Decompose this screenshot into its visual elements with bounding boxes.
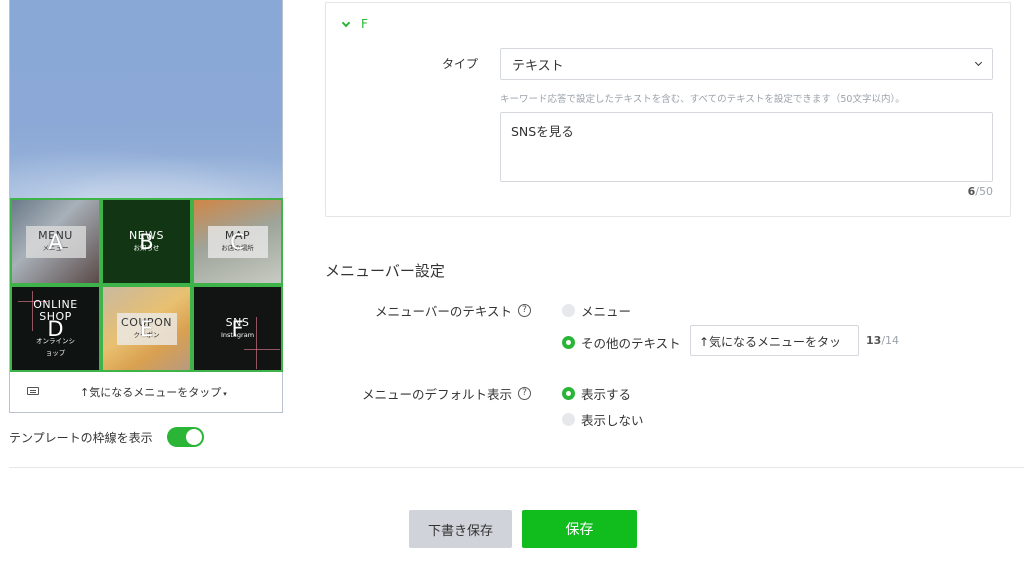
area-c[interactable]: MAP お店の場所 C	[192, 198, 283, 285]
footer-divider	[9, 467, 1024, 468]
chevron-down-icon[interactable]	[341, 18, 351, 27]
area-c-letter: C	[230, 229, 245, 254]
area-f-letter: F	[231, 316, 244, 341]
show-border-toggle[interactable]	[166, 427, 204, 447]
save-draft-button[interactable]: 下書き保存	[409, 510, 512, 548]
radio-menubar-text-menu[interactable]: メニュー	[562, 301, 631, 320]
radio-default-show[interactable]: 表示する	[562, 384, 631, 403]
text-hint: キーワード応答で設定したテキストを含む、すべてのテキストを設定できます（50文字…	[500, 94, 905, 105]
chevron-down-icon	[974, 58, 983, 67]
action-text-counter: 6/50	[967, 185, 993, 198]
help-icon[interactable]: ?	[518, 387, 532, 400]
preview-menubar[interactable]: ↑気になるメニューをタップ ▾	[10, 372, 282, 412]
area-e[interactable]: COUPON クーポン E	[101, 285, 192, 372]
menubar-settings-heading: メニューバー設定	[325, 262, 445, 280]
type-label: タイプ	[442, 57, 479, 71]
radio-default-hide[interactable]: 表示しない	[562, 410, 644, 429]
area-b[interactable]: NEWS お知らせ B	[101, 198, 192, 285]
menubar-text-counter: 13/14	[866, 334, 900, 347]
area-b-letter: B	[139, 229, 154, 254]
toggle-knob	[185, 429, 202, 445]
type-select-value: テキスト	[512, 59, 564, 74]
caret-down-icon: ▾	[223, 390, 227, 398]
rich-menu-preview: MENU メニュー A NEWS お知らせ B MAP お店の場所 C ONLI…	[9, 0, 283, 413]
area-d-letter: D	[47, 316, 64, 341]
help-icon[interactable]: ?	[518, 304, 532, 317]
preview-background-image	[10, 0, 282, 198]
radio-menubar-text-other[interactable]: その他のテキスト	[562, 333, 681, 352]
save-button[interactable]: 保存	[522, 510, 637, 548]
area-f-section-header[interactable]: F	[341, 17, 368, 31]
radio-checked-icon	[562, 336, 575, 349]
area-f[interactable]: SNS Instagram F	[192, 285, 283, 372]
area-f-settings-card: F タイプ テキスト キーワード応答で設定したテキストを含む、すべてのテキストを…	[325, 2, 1011, 217]
area-a-letter: A	[48, 229, 63, 254]
area-f-section-title: F	[361, 17, 368, 31]
action-text-value: SNSを見る	[511, 124, 574, 139]
area-e-letter: E	[139, 316, 154, 341]
show-border-label: テンプレートの枠線を表示	[9, 430, 153, 445]
area-d[interactable]: ONLINE SHOP オンラインショップ D	[10, 285, 101, 372]
menubar-other-text-input[interactable]: ↑気になるメニューをタッ	[690, 325, 859, 356]
radio-checked-icon	[562, 387, 575, 400]
type-select[interactable]: テキスト	[500, 48, 993, 80]
keyboard-icon[interactable]	[27, 387, 39, 395]
radio-unchecked-icon	[562, 304, 575, 317]
show-border-toggle-row: テンプレートの枠線を表示	[9, 427, 204, 447]
preview-menubar-text: ↑気になるメニューをタップ	[80, 386, 222, 399]
action-text-field[interactable]: SNSを見る	[500, 112, 993, 182]
radio-unchecked-icon	[562, 413, 575, 426]
area-a[interactable]: MENU メニュー A	[10, 198, 101, 285]
menubar-text-label: メニューバーのテキスト ?	[375, 301, 532, 320]
rich-menu-grid: MENU メニュー A NEWS お知らせ B MAP お店の場所 C ONLI…	[10, 198, 283, 372]
default-display-label: メニューのデフォルト表示 ?	[362, 384, 532, 403]
